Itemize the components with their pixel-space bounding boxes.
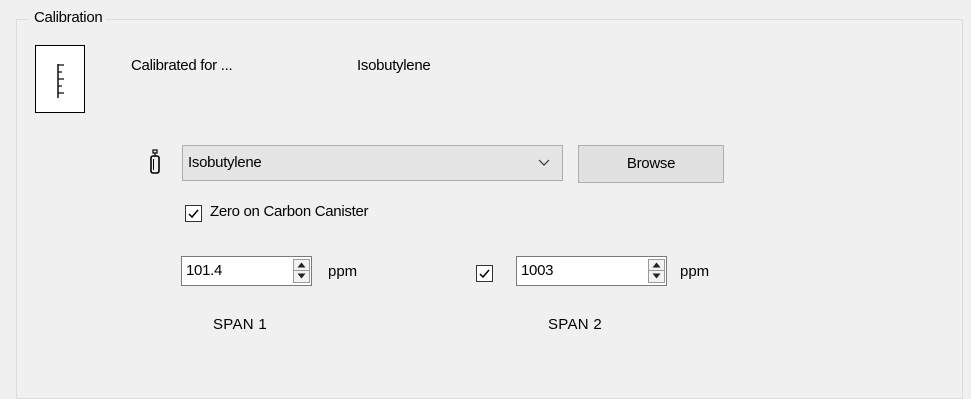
calibrated-gas-value: Isobutylene [357, 57, 431, 74]
span1-input[interactable]: 101.4 [181, 256, 312, 286]
triangle-down-icon[interactable] [297, 273, 306, 279]
span1-unit: ppm [328, 263, 358, 280]
span2-enable-checkbox[interactable] [476, 265, 493, 282]
triangle-up-icon[interactable] [297, 262, 306, 268]
zero-on-carbon-checkbox[interactable] [185, 205, 202, 222]
zero-on-carbon-label[interactable]: Zero on Carbon Canister [210, 203, 368, 220]
calibration-button[interactable] [35, 45, 85, 113]
span1-value: 101.4 [186, 262, 223, 279]
calibrated-for-label: Calibrated for ... [131, 57, 233, 74]
browse-button[interactable]: Browse [578, 145, 724, 183]
checkmark-icon [188, 209, 199, 219]
spinner-divider [649, 270, 664, 271]
gas-select-value: Isobutylene [188, 154, 262, 171]
span2-unit: ppm [680, 263, 710, 280]
span1-spinner[interactable] [293, 259, 310, 283]
gas-select[interactable]: Isobutylene [182, 145, 563, 181]
checkmark-icon [479, 269, 490, 279]
span2-label: SPAN 2 [548, 316, 603, 333]
calibration-group-title: Calibration [28, 9, 107, 26]
triangle-down-icon[interactable] [652, 273, 661, 279]
ruler-icon [57, 64, 64, 98]
triangle-up-icon[interactable] [652, 262, 661, 268]
span2-spinner[interactable] [648, 259, 665, 283]
span1-label: SPAN 1 [213, 316, 268, 333]
chevron-down-icon [538, 159, 550, 166]
span2-value: 1003 [521, 262, 554, 279]
calibration-group [16, 19, 963, 399]
gas-cylinder-icon [150, 149, 160, 174]
spinner-divider [294, 270, 309, 271]
span2-input[interactable]: 1003 [516, 256, 667, 286]
